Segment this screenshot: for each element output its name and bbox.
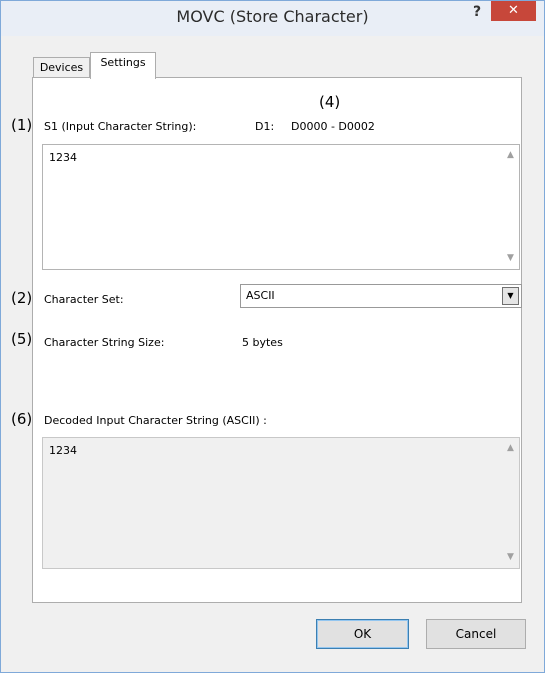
s1-input-textarea[interactable]: 1234 ▲ ▼ xyxy=(42,144,520,270)
size-value: 5 bytes xyxy=(242,336,283,349)
scroll-up-icon[interactable]: ▲ xyxy=(506,151,515,160)
marker-2: (2) xyxy=(11,289,33,307)
charset-select[interactable]: ASCII ▼ xyxy=(240,284,522,308)
scroll-up-icon[interactable]: ▲ xyxy=(506,444,515,453)
cancel-button[interactable]: Cancel xyxy=(426,619,526,649)
d1-value: D0000 - D0002 xyxy=(291,120,375,133)
tab-settings[interactable]: Settings xyxy=(90,52,156,79)
ok-button[interactable]: OK xyxy=(316,619,409,649)
close-button[interactable]: ✕ xyxy=(491,1,536,21)
marker-5: (5) xyxy=(11,330,33,348)
s1-label: S1 (Input Character String): xyxy=(44,120,197,133)
decoded-scrollbar[interactable]: ▲ ▼ xyxy=(502,438,519,568)
s1-scrollbar[interactable]: ▲ ▼ xyxy=(502,145,519,269)
marker-1: (1) xyxy=(11,116,33,134)
charset-label: Character Set: xyxy=(44,293,124,306)
size-label: Character String Size: xyxy=(44,336,165,349)
marker-6: (6) xyxy=(11,410,33,428)
chevron-down-icon[interactable]: ▼ xyxy=(502,287,519,305)
title-bar[interactable]: MOVC (Store Character) ? ✕ xyxy=(1,1,544,36)
marker-4: (4) xyxy=(319,93,341,111)
charset-selected-value: ASCII xyxy=(246,289,275,302)
decoded-output-value: 1234 xyxy=(49,444,77,457)
s1-input-value: 1234 xyxy=(49,151,77,164)
decoded-output-textarea[interactable]: 1234 ▲ ▼ xyxy=(42,437,520,569)
dialog-title: MOVC (Store Character) xyxy=(176,7,369,26)
decoded-label: Decoded Input Character String (ASCII) : xyxy=(44,414,267,427)
scroll-down-icon[interactable]: ▼ xyxy=(506,254,515,263)
d1-label: D1: xyxy=(255,120,275,133)
help-button[interactable]: ? xyxy=(465,2,489,24)
scroll-down-icon[interactable]: ▼ xyxy=(506,553,515,562)
tab-devices[interactable]: Devices xyxy=(33,57,90,78)
